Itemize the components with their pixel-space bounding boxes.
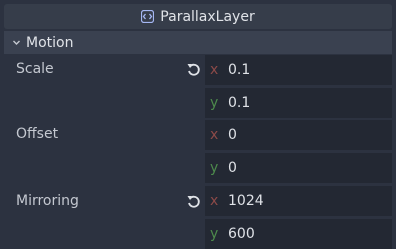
property-label-offset: Offset [16, 126, 59, 142]
node-title: ParallaxLayer [160, 8, 255, 25]
node-header: ParallaxLayer [4, 4, 392, 29]
axis-x-label: x [210, 127, 219, 143]
offset-y-field[interactable]: y 0 [205, 153, 392, 183]
axis-y-label: y [210, 226, 219, 242]
offset-x-field[interactable]: x 0 [205, 120, 392, 150]
mirroring-x-value: 1024 [228, 193, 264, 209]
offset-x-value: 0 [228, 127, 237, 143]
scale-y-value: 0.1 [228, 95, 251, 111]
axis-x-label: x [210, 193, 219, 209]
section-title: Motion [26, 34, 74, 51]
inspector-panel: ParallaxLayer Motion Scale x 0.1 y 0.1 O… [0, 0, 396, 249]
axis-x-label: x [210, 62, 219, 78]
mirroring-y-value: 600 [228, 226, 255, 242]
mirroring-y-field[interactable]: y 600 [205, 219, 392, 249]
axis-y-label: y [210, 95, 219, 111]
offset-y-value: 0 [228, 160, 237, 176]
property-label-scale: Scale [16, 61, 54, 77]
section-motion[interactable]: Motion [4, 31, 392, 54]
revert-icon[interactable] [186, 194, 201, 209]
axis-y-label: y [210, 160, 219, 176]
mirroring-x-field[interactable]: x 1024 [205, 186, 392, 216]
scale-y-field[interactable]: y 0.1 [205, 88, 392, 118]
property-label-mirroring: Mirroring [16, 193, 79, 209]
scale-x-field[interactable]: x 0.1 [205, 55, 392, 85]
scale-x-value: 0.1 [228, 62, 251, 78]
chevron-down-icon [12, 38, 21, 47]
parallax-layer-icon [141, 10, 155, 23]
revert-icon[interactable] [186, 62, 201, 77]
